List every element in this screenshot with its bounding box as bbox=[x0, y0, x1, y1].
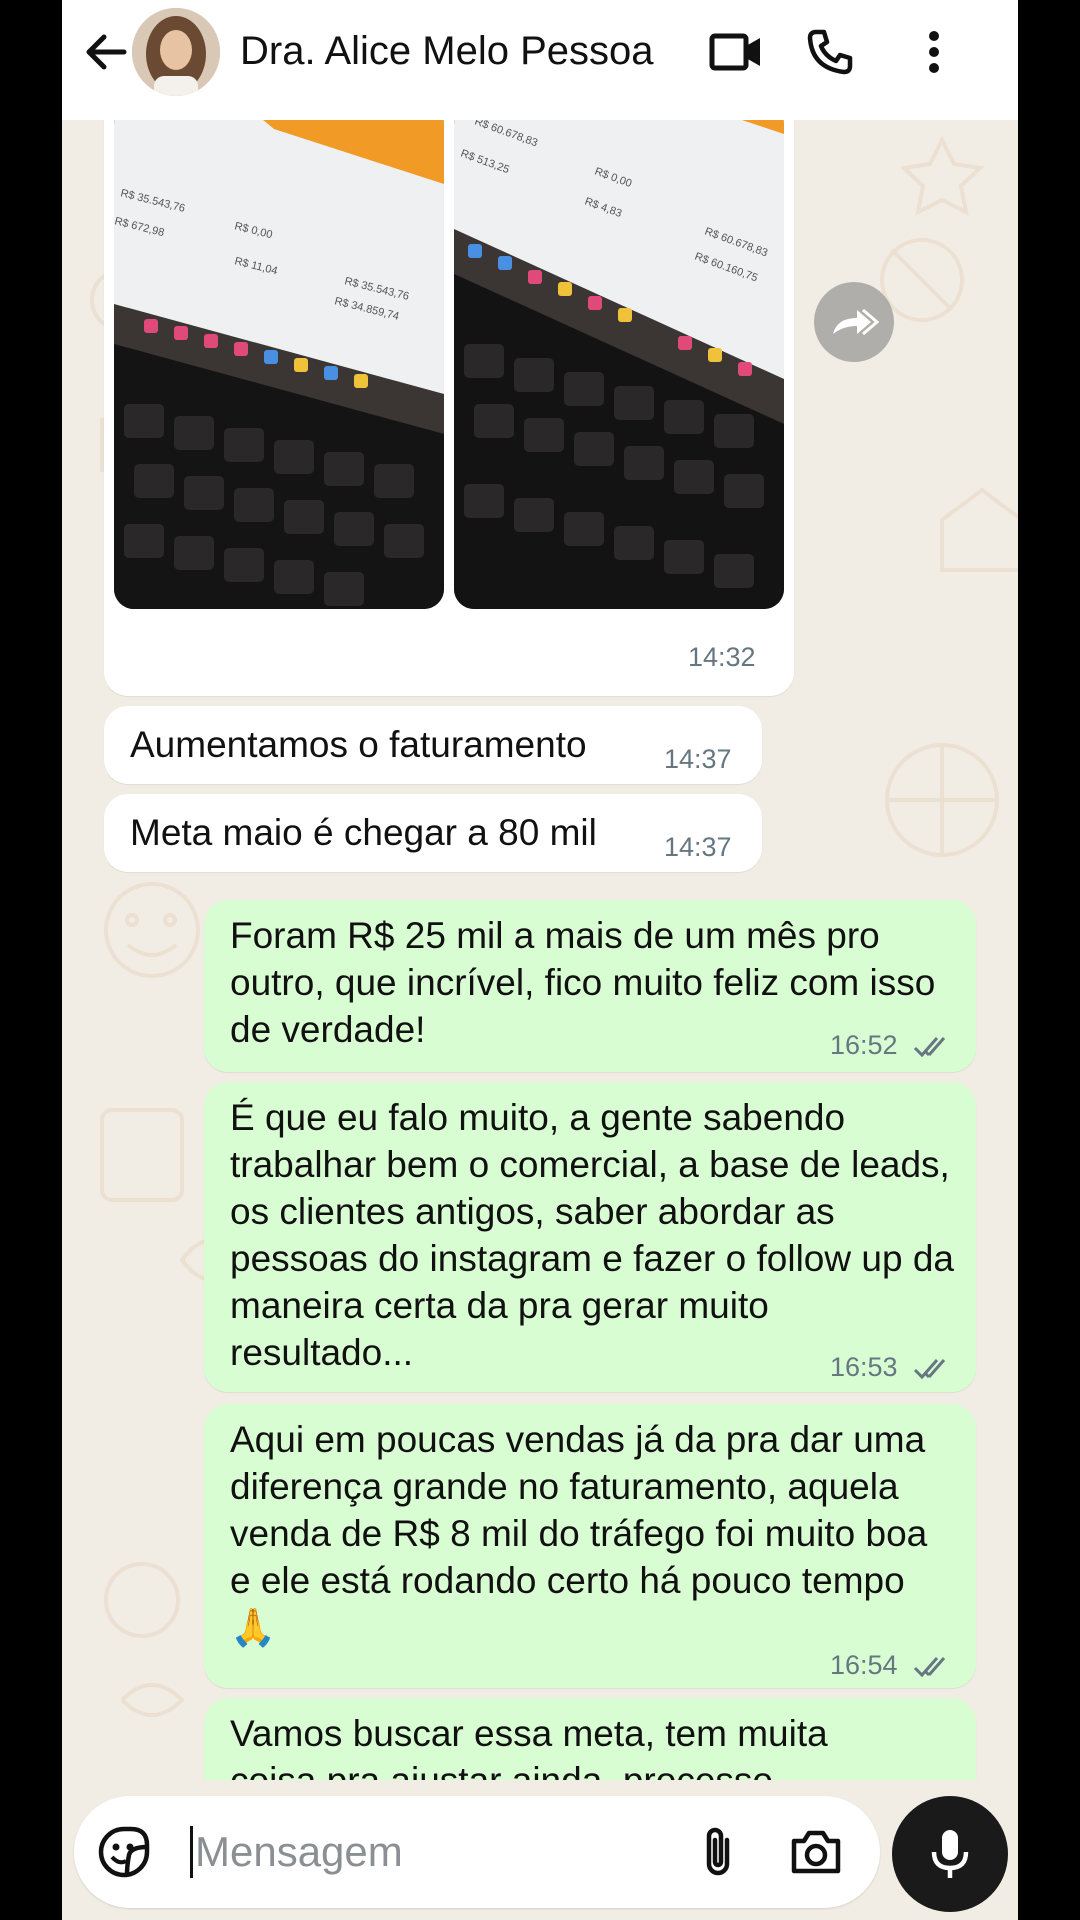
read-receipt-icon bbox=[914, 1656, 946, 1678]
message-time: 14:32 bbox=[688, 642, 756, 672]
message-time: 16:53 bbox=[830, 1352, 953, 1383]
read-receipt-icon bbox=[914, 1036, 946, 1058]
read-receipt-icon bbox=[914, 1358, 946, 1380]
back-arrow-icon bbox=[86, 34, 127, 70]
attach-button[interactable] bbox=[688, 1822, 748, 1882]
chat-header: Dra. Alice Melo Pessoa bbox=[62, 0, 1018, 120]
microphone-icon bbox=[931, 1830, 969, 1878]
message-bubble-incoming[interactable]: Meta maio é chegar a 80 mil 14:37 bbox=[104, 794, 762, 872]
forward-icon bbox=[833, 308, 879, 336]
time-label: 16:52 bbox=[830, 1030, 898, 1060]
image-thumbnail[interactable]: R$ 35.543,76 R$ 672,98 R$ 0,00 R$ 11,04 … bbox=[114, 104, 444, 609]
video-call-button[interactable] bbox=[706, 24, 766, 80]
message-bubble-images: R$ 35.543,76 R$ 672,98 R$ 0,00 R$ 11,04 … bbox=[104, 104, 794, 696]
message-bubble-outgoing[interactable]: Aqui em poucas vendas já da pra dar uma … bbox=[204, 1404, 976, 1688]
message-text: Aqui em poucas vendas já da pra dar uma … bbox=[230, 1419, 928, 1648]
time-label: 16:54 bbox=[830, 1650, 898, 1680]
message-text: Meta maio é chegar a 80 mil bbox=[130, 812, 597, 853]
video-call-icon bbox=[709, 33, 760, 71]
forward-button[interactable] bbox=[814, 282, 894, 362]
contact-name[interactable]: Dra. Alice Melo Pessoa bbox=[240, 26, 660, 76]
image-thumbnail[interactable]: R$ 60.678,83 R$ 513,25 R$ 0,00 R$ 4,83 R… bbox=[454, 104, 784, 609]
emoji-button[interactable] bbox=[94, 1822, 154, 1882]
emoji-sticker-icon bbox=[98, 1826, 150, 1878]
voice-message-button[interactable] bbox=[892, 1796, 1008, 1912]
message-time: 14:37 bbox=[664, 832, 732, 862]
contact-avatar[interactable] bbox=[132, 8, 220, 96]
attach-icon bbox=[706, 1827, 730, 1876]
message-time: 16:54 bbox=[830, 1650, 953, 1681]
message-composer: Mensagem bbox=[74, 1796, 880, 1908]
message-input[interactable]: Mensagem bbox=[190, 1826, 403, 1878]
laptop-photo-1: R$ 35.543,76 R$ 672,98 R$ 0,00 R$ 11,04 … bbox=[114, 104, 444, 609]
phone-call-button-visible[interactable] bbox=[800, 24, 860, 80]
message-time: 16:52 bbox=[830, 1030, 953, 1061]
message-bubble-incoming[interactable]: Aumentamos o faturamento 14:37 bbox=[104, 706, 762, 784]
camera-button[interactable] bbox=[786, 1822, 846, 1882]
message-bubble-outgoing[interactable]: Foram R$ 25 mil a mais de um mês pro out… bbox=[204, 900, 976, 1072]
message-bubble-outgoing[interactable]: É que eu falo muito, a gente sabendo tra… bbox=[204, 1082, 976, 1392]
message-text: É que eu falo muito, a gente sabendo tra… bbox=[230, 1097, 954, 1373]
camera-icon bbox=[791, 1830, 841, 1874]
message-time: 14:37 bbox=[664, 744, 732, 774]
time-label: 16:53 bbox=[830, 1352, 898, 1382]
chat-screen: Dra. Alice Melo Pessoa R$ 35.543,76 R$ 6… bbox=[62, 0, 1018, 1920]
more-options-icon bbox=[929, 31, 939, 73]
back-button[interactable] bbox=[76, 26, 136, 78]
message-text: Aumentamos o faturamento bbox=[130, 724, 587, 765]
laptop-photo-2: R$ 60.678,83 R$ 513,25 R$ 0,00 R$ 4,83 R… bbox=[454, 104, 784, 609]
avatar-photo bbox=[132, 8, 220, 96]
more-options-button[interactable] bbox=[904, 24, 964, 80]
voice-call-icon bbox=[807, 29, 853, 75]
